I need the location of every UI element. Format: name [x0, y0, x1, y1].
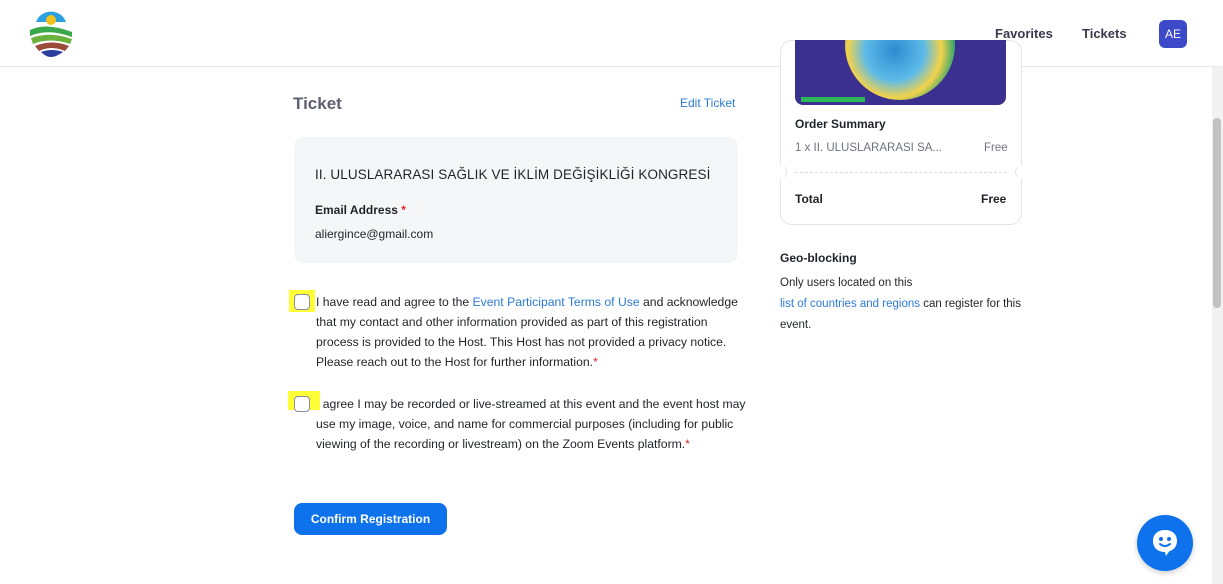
nav-tickets-link[interactable]: Tickets: [1082, 26, 1127, 41]
required-asterisk: *: [593, 355, 598, 369]
total-value: Free: [981, 192, 1007, 206]
order-line-item: 1 x II. ULUSLARARASI SA...: [795, 142, 942, 154]
countries-list-link[interactable]: list of countries and regions: [780, 298, 920, 310]
summary-divider: [795, 172, 1007, 173]
terms-of-use-link[interactable]: Event Participant Terms of Use: [473, 295, 640, 309]
recording-consent-text: I agree I may be recorded or live-stream…: [316, 394, 746, 454]
chat-bot-icon: [1153, 530, 1177, 556]
nav-favorites-link[interactable]: Favorites: [995, 26, 1053, 41]
edit-ticket-link[interactable]: Edit Ticket: [680, 96, 735, 110]
banner-strip: [801, 97, 865, 102]
required-asterisk: *: [685, 437, 690, 451]
user-avatar[interactable]: AE: [1159, 20, 1187, 48]
geo-blocking-title: Geo-blocking: [780, 251, 857, 265]
total-label: Total: [795, 192, 823, 206]
ticket-notch-right: [1015, 165, 1029, 179]
confirm-registration-button[interactable]: Confirm Registration: [294, 503, 447, 535]
chat-bot-button[interactable]: [1137, 515, 1193, 571]
email-value: aliergince@gmail.com: [315, 227, 434, 241]
order-line-price: Free: [984, 142, 1008, 154]
page-scrollbar-thumb[interactable]: [1213, 118, 1221, 308]
ticket-section-title: Ticket: [293, 94, 342, 113]
top-header: Favorites Tickets AE: [0, 0, 1223, 67]
recording-text: I agree I may be recorded or live-stream…: [316, 397, 746, 451]
ticket-notch-left: [773, 165, 787, 179]
ticket-card: II. ULUSLARARASI SAĞLIK VE İKLİM DEĞİŞİK…: [294, 137, 738, 263]
email-label: Email Address *: [315, 203, 406, 217]
terms-text-before: I have read and agree to the: [316, 295, 473, 309]
event-name: II. ULUSLARARASI SAĞLIK VE İKLİM DEĞİŞİK…: [315, 167, 711, 182]
order-summary-title: Order Summary: [795, 117, 886, 131]
globe-graphic: [845, 40, 955, 100]
required-asterisk: *: [401, 203, 406, 217]
congress-logo-icon[interactable]: [26, 8, 76, 58]
event-banner-image: [795, 40, 1006, 105]
terms-consent-checkbox[interactable]: [294, 294, 310, 310]
email-label-text: Email Address: [315, 203, 398, 217]
recording-consent-checkbox[interactable]: [294, 396, 310, 412]
terms-consent-text: I have read and agree to the Event Parti…: [316, 292, 746, 372]
geo-text-before: Only users located on this: [780, 277, 913, 289]
geo-blocking-text: Only users located on this list of count…: [780, 273, 1030, 336]
